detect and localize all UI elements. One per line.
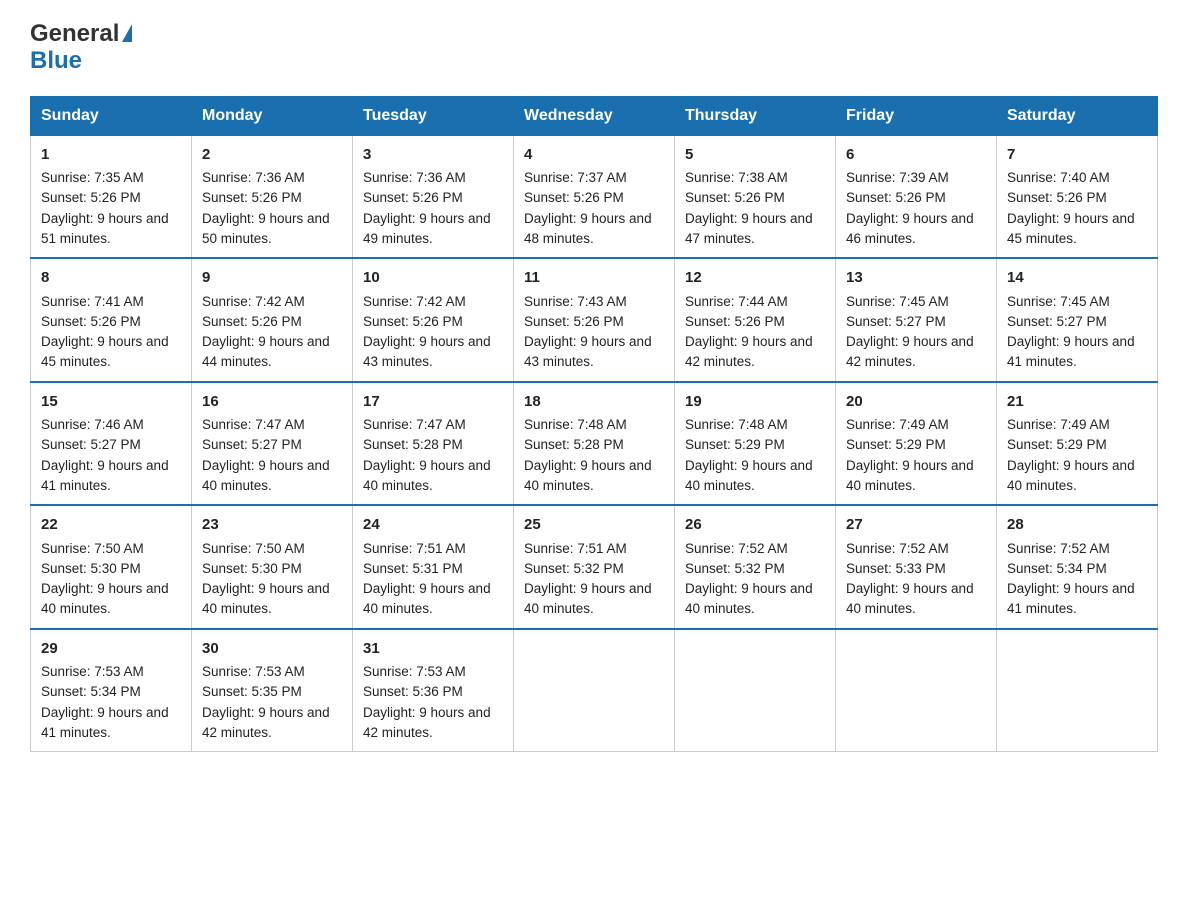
calendar-header-row: SundayMondayTuesdayWednesdayThursdayFrid… bbox=[31, 96, 1158, 135]
calendar-week-row: 22Sunrise: 7:50 AMSunset: 5:30 PMDayligh… bbox=[31, 505, 1158, 629]
day-number: 22 bbox=[41, 514, 181, 537]
day-number: 30 bbox=[202, 638, 342, 661]
page-header: General Blue bbox=[30, 20, 1158, 76]
calendar-cell: 30Sunrise: 7:53 AMSunset: 5:35 PMDayligh… bbox=[192, 629, 353, 752]
calendar-cell: 4Sunrise: 7:37 AMSunset: 5:26 PMDaylight… bbox=[514, 135, 675, 258]
calendar-cell: 20Sunrise: 7:49 AMSunset: 5:29 PMDayligh… bbox=[836, 382, 997, 506]
calendar-cell: 8Sunrise: 7:41 AMSunset: 5:26 PMDaylight… bbox=[31, 258, 192, 382]
day-number: 3 bbox=[363, 144, 503, 167]
column-header-saturday: Saturday bbox=[997, 96, 1158, 135]
calendar-cell: 3Sunrise: 7:36 AMSunset: 5:26 PMDaylight… bbox=[353, 135, 514, 258]
calendar-cell bbox=[514, 629, 675, 752]
day-number: 12 bbox=[685, 267, 825, 290]
calendar-cell: 5Sunrise: 7:38 AMSunset: 5:26 PMDaylight… bbox=[675, 135, 836, 258]
calendar-cell: 23Sunrise: 7:50 AMSunset: 5:30 PMDayligh… bbox=[192, 505, 353, 629]
day-number: 7 bbox=[1007, 144, 1147, 167]
calendar-cell: 2Sunrise: 7:36 AMSunset: 5:26 PMDaylight… bbox=[192, 135, 353, 258]
calendar-cell: 28Sunrise: 7:52 AMSunset: 5:34 PMDayligh… bbox=[997, 505, 1158, 629]
logo-triangle-icon bbox=[122, 24, 132, 42]
day-number: 29 bbox=[41, 638, 181, 661]
calendar-cell: 18Sunrise: 7:48 AMSunset: 5:28 PMDayligh… bbox=[514, 382, 675, 506]
calendar-cell: 15Sunrise: 7:46 AMSunset: 5:27 PMDayligh… bbox=[31, 382, 192, 506]
day-number: 6 bbox=[846, 144, 986, 167]
calendar-cell: 13Sunrise: 7:45 AMSunset: 5:27 PMDayligh… bbox=[836, 258, 997, 382]
day-number: 19 bbox=[685, 391, 825, 414]
logo-general: General bbox=[30, 20, 119, 49]
day-number: 26 bbox=[685, 514, 825, 537]
day-number: 11 bbox=[524, 267, 664, 290]
calendar-cell: 27Sunrise: 7:52 AMSunset: 5:33 PMDayligh… bbox=[836, 505, 997, 629]
column-header-sunday: Sunday bbox=[31, 96, 192, 135]
calendar-cell: 24Sunrise: 7:51 AMSunset: 5:31 PMDayligh… bbox=[353, 505, 514, 629]
calendar-cell: 9Sunrise: 7:42 AMSunset: 5:26 PMDaylight… bbox=[192, 258, 353, 382]
logo-blue: Blue bbox=[30, 47, 132, 76]
column-header-tuesday: Tuesday bbox=[353, 96, 514, 135]
logo: General Blue bbox=[30, 20, 132, 76]
calendar-cell: 26Sunrise: 7:52 AMSunset: 5:32 PMDayligh… bbox=[675, 505, 836, 629]
day-number: 31 bbox=[363, 638, 503, 661]
day-number: 16 bbox=[202, 391, 342, 414]
calendar-cell: 12Sunrise: 7:44 AMSunset: 5:26 PMDayligh… bbox=[675, 258, 836, 382]
day-number: 8 bbox=[41, 267, 181, 290]
calendar-cell: 25Sunrise: 7:51 AMSunset: 5:32 PMDayligh… bbox=[514, 505, 675, 629]
day-number: 14 bbox=[1007, 267, 1147, 290]
column-header-thursday: Thursday bbox=[675, 96, 836, 135]
calendar-week-row: 8Sunrise: 7:41 AMSunset: 5:26 PMDaylight… bbox=[31, 258, 1158, 382]
calendar-week-row: 15Sunrise: 7:46 AMSunset: 5:27 PMDayligh… bbox=[31, 382, 1158, 506]
day-number: 18 bbox=[524, 391, 664, 414]
calendar-table: SundayMondayTuesdayWednesdayThursdayFrid… bbox=[30, 96, 1158, 753]
day-number: 21 bbox=[1007, 391, 1147, 414]
day-number: 2 bbox=[202, 144, 342, 167]
calendar-cell: 16Sunrise: 7:47 AMSunset: 5:27 PMDayligh… bbox=[192, 382, 353, 506]
calendar-week-row: 1Sunrise: 7:35 AMSunset: 5:26 PMDaylight… bbox=[31, 135, 1158, 258]
day-number: 20 bbox=[846, 391, 986, 414]
day-number: 1 bbox=[41, 144, 181, 167]
column-header-monday: Monday bbox=[192, 96, 353, 135]
calendar-cell: 17Sunrise: 7:47 AMSunset: 5:28 PMDayligh… bbox=[353, 382, 514, 506]
day-number: 27 bbox=[846, 514, 986, 537]
column-header-wednesday: Wednesday bbox=[514, 96, 675, 135]
calendar-cell: 29Sunrise: 7:53 AMSunset: 5:34 PMDayligh… bbox=[31, 629, 192, 752]
calendar-cell: 6Sunrise: 7:39 AMSunset: 5:26 PMDaylight… bbox=[836, 135, 997, 258]
calendar-cell: 14Sunrise: 7:45 AMSunset: 5:27 PMDayligh… bbox=[997, 258, 1158, 382]
calendar-cell: 19Sunrise: 7:48 AMSunset: 5:29 PMDayligh… bbox=[675, 382, 836, 506]
calendar-cell: 7Sunrise: 7:40 AMSunset: 5:26 PMDaylight… bbox=[997, 135, 1158, 258]
calendar-cell: 31Sunrise: 7:53 AMSunset: 5:36 PMDayligh… bbox=[353, 629, 514, 752]
day-number: 5 bbox=[685, 144, 825, 167]
logo-text: General Blue bbox=[30, 20, 132, 76]
day-number: 25 bbox=[524, 514, 664, 537]
calendar-cell: 1Sunrise: 7:35 AMSunset: 5:26 PMDaylight… bbox=[31, 135, 192, 258]
calendar-cell bbox=[997, 629, 1158, 752]
day-number: 24 bbox=[363, 514, 503, 537]
calendar-week-row: 29Sunrise: 7:53 AMSunset: 5:34 PMDayligh… bbox=[31, 629, 1158, 752]
calendar-cell: 22Sunrise: 7:50 AMSunset: 5:30 PMDayligh… bbox=[31, 505, 192, 629]
day-number: 28 bbox=[1007, 514, 1147, 537]
column-header-friday: Friday bbox=[836, 96, 997, 135]
day-number: 15 bbox=[41, 391, 181, 414]
day-number: 17 bbox=[363, 391, 503, 414]
day-number: 9 bbox=[202, 267, 342, 290]
calendar-cell: 21Sunrise: 7:49 AMSunset: 5:29 PMDayligh… bbox=[997, 382, 1158, 506]
day-number: 4 bbox=[524, 144, 664, 167]
calendar-cell bbox=[836, 629, 997, 752]
calendar-cell: 11Sunrise: 7:43 AMSunset: 5:26 PMDayligh… bbox=[514, 258, 675, 382]
day-number: 23 bbox=[202, 514, 342, 537]
calendar-cell bbox=[675, 629, 836, 752]
calendar-cell: 10Sunrise: 7:42 AMSunset: 5:26 PMDayligh… bbox=[353, 258, 514, 382]
day-number: 10 bbox=[363, 267, 503, 290]
day-number: 13 bbox=[846, 267, 986, 290]
